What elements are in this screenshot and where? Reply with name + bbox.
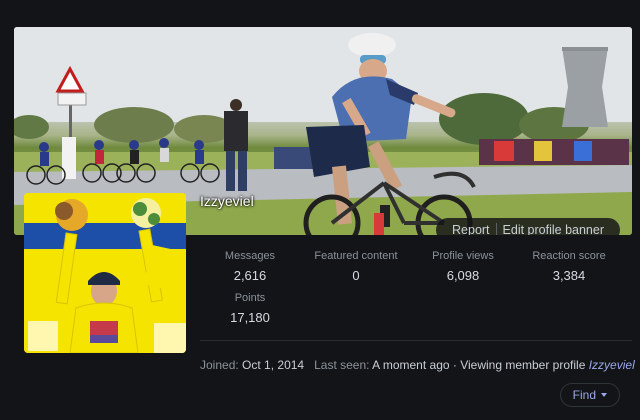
- joined-label: Joined:: [200, 358, 239, 372]
- edit-banner-link[interactable]: Edit profile banner: [497, 218, 610, 235]
- report-link[interactable]: Report: [446, 218, 496, 235]
- profile-username[interactable]: Izzyeviel: [200, 193, 254, 209]
- stat-label: Featured content: [314, 250, 398, 262]
- stat-points[interactable]: Points 17,180: [200, 292, 300, 325]
- find-button-label: Find: [572, 388, 596, 402]
- last-seen-label: Last seen:: [314, 358, 370, 372]
- stat-messages[interactable]: Messages 2,616: [200, 250, 300, 283]
- banner-actions: Report Edit profile banner: [436, 218, 620, 235]
- stat-label: Points: [234, 292, 266, 304]
- stat-reaction-score[interactable]: Reaction score 3,384: [519, 250, 619, 283]
- stat-value: 17,180: [230, 310, 270, 325]
- chevron-down-icon: [601, 393, 607, 397]
- stat-label: Profile views: [432, 250, 494, 262]
- profile-meta: Joined: Oct 1, 2014 Last seen: A moment …: [200, 358, 635, 372]
- stat-label: Messages: [224, 250, 276, 262]
- stat-profile-views: Profile views 6,098: [413, 250, 513, 283]
- stat-label: Reaction score: [532, 250, 606, 262]
- stat-value: 2,616: [233, 268, 267, 283]
- last-seen-username-link[interactable]: Izzyeviel: [589, 358, 635, 372]
- find-button[interactable]: Find: [559, 383, 620, 407]
- stats-divider: [200, 340, 632, 341]
- stat-value: 3,384: [552, 268, 586, 283]
- stat-featured-content[interactable]: Featured content 0: [306, 250, 406, 283]
- stat-value: 6,098: [446, 268, 480, 283]
- avatar-photo: [24, 193, 186, 353]
- last-seen-value: A moment ago · Viewing member profile: [372, 358, 586, 372]
- avatar[interactable]: [24, 193, 186, 353]
- joined-date: Oct 1, 2014: [242, 358, 305, 372]
- stat-value: 0: [352, 268, 360, 283]
